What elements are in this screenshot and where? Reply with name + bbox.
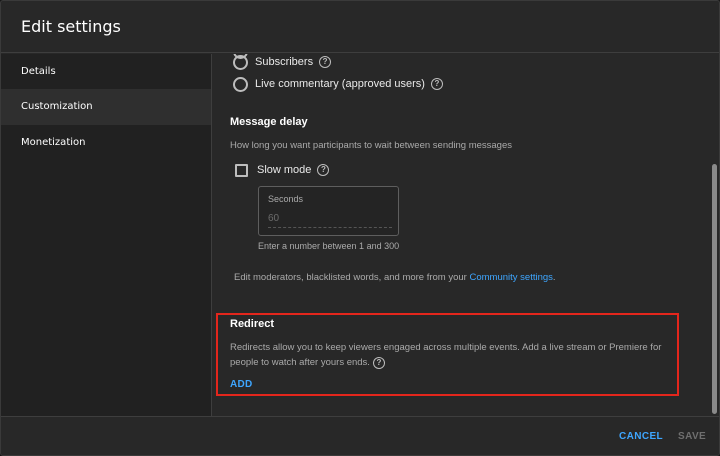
radio-option-live-commentary[interactable]: Live commentary (approved users) ? xyxy=(233,76,443,92)
dialog-title: Edit settings xyxy=(21,17,121,36)
slow-mode-checkbox-row[interactable]: Slow mode ? xyxy=(235,162,330,178)
radio-label: Subscribers xyxy=(255,56,314,68)
content-scrollbar[interactable] xyxy=(710,54,719,416)
radio-button[interactable] xyxy=(233,54,248,70)
community-text: Edit moderators, blacklisted words, and … xyxy=(234,272,470,283)
input-underline xyxy=(268,227,392,228)
slow-mode-checkbox[interactable] xyxy=(235,163,248,177)
scrollbar-thumb[interactable] xyxy=(712,164,717,414)
seconds-placeholder: 60 xyxy=(268,213,280,224)
radio-button[interactable] xyxy=(233,76,248,92)
slow-mode-label: Slow mode xyxy=(257,164,312,176)
sidebar-item-customization[interactable]: Customization xyxy=(1,89,211,125)
question-circle-icon[interactable]: ? xyxy=(317,164,330,176)
question-circle-icon[interactable]: ? xyxy=(430,78,443,90)
radio-option-subscribers[interactable]: Subscribers ? xyxy=(233,54,332,70)
community-settings-text: Edit moderators, blacklisted words, and … xyxy=(234,272,556,283)
settings-content: Subscribers ? Live commentary (approved … xyxy=(212,54,709,416)
question-circle-icon[interactable]: ? xyxy=(319,56,332,68)
redirect-description-line2-row: people to watch after yours ends.? xyxy=(230,355,661,370)
message-delay-title: Message delay xyxy=(230,116,308,128)
seconds-label: Seconds xyxy=(268,194,304,204)
sidebar-item-details[interactable]: Details xyxy=(1,54,211,90)
add-redirect-button[interactable]: ADD xyxy=(230,379,253,390)
cancel-button[interactable]: CANCEL xyxy=(619,431,663,442)
message-delay-description: How long you want participants to wait b… xyxy=(230,140,512,151)
redirect-description-line2: people to watch after yours ends. xyxy=(230,357,370,368)
question-circle-icon[interactable]: ? xyxy=(372,357,385,369)
sidebar: Details Customization Monetization xyxy=(1,54,212,416)
save-button[interactable]: SAVE xyxy=(678,431,706,442)
community-suffix: . xyxy=(552,272,556,283)
redirect-title: Redirect xyxy=(230,318,275,330)
seconds-hint: Enter a number between 1 and 300 xyxy=(258,241,400,251)
edit-settings-dialog: Edit settings Details Customization Mone… xyxy=(0,0,720,456)
dialog-footer: CANCEL SAVE xyxy=(1,416,719,455)
seconds-input[interactable]: Seconds 60 xyxy=(258,186,399,236)
radio-label: Live commentary (approved users) xyxy=(255,78,425,90)
redirect-description: Redirects allow you to keep viewers enga… xyxy=(230,340,661,370)
sidebar-item-monetization[interactable]: Monetization xyxy=(1,125,211,161)
redirect-description-line1: Redirects allow you to keep viewers enga… xyxy=(230,342,662,353)
dialog-header: Edit settings xyxy=(1,1,719,53)
community-settings-link[interactable]: Community settings xyxy=(469,272,552,283)
